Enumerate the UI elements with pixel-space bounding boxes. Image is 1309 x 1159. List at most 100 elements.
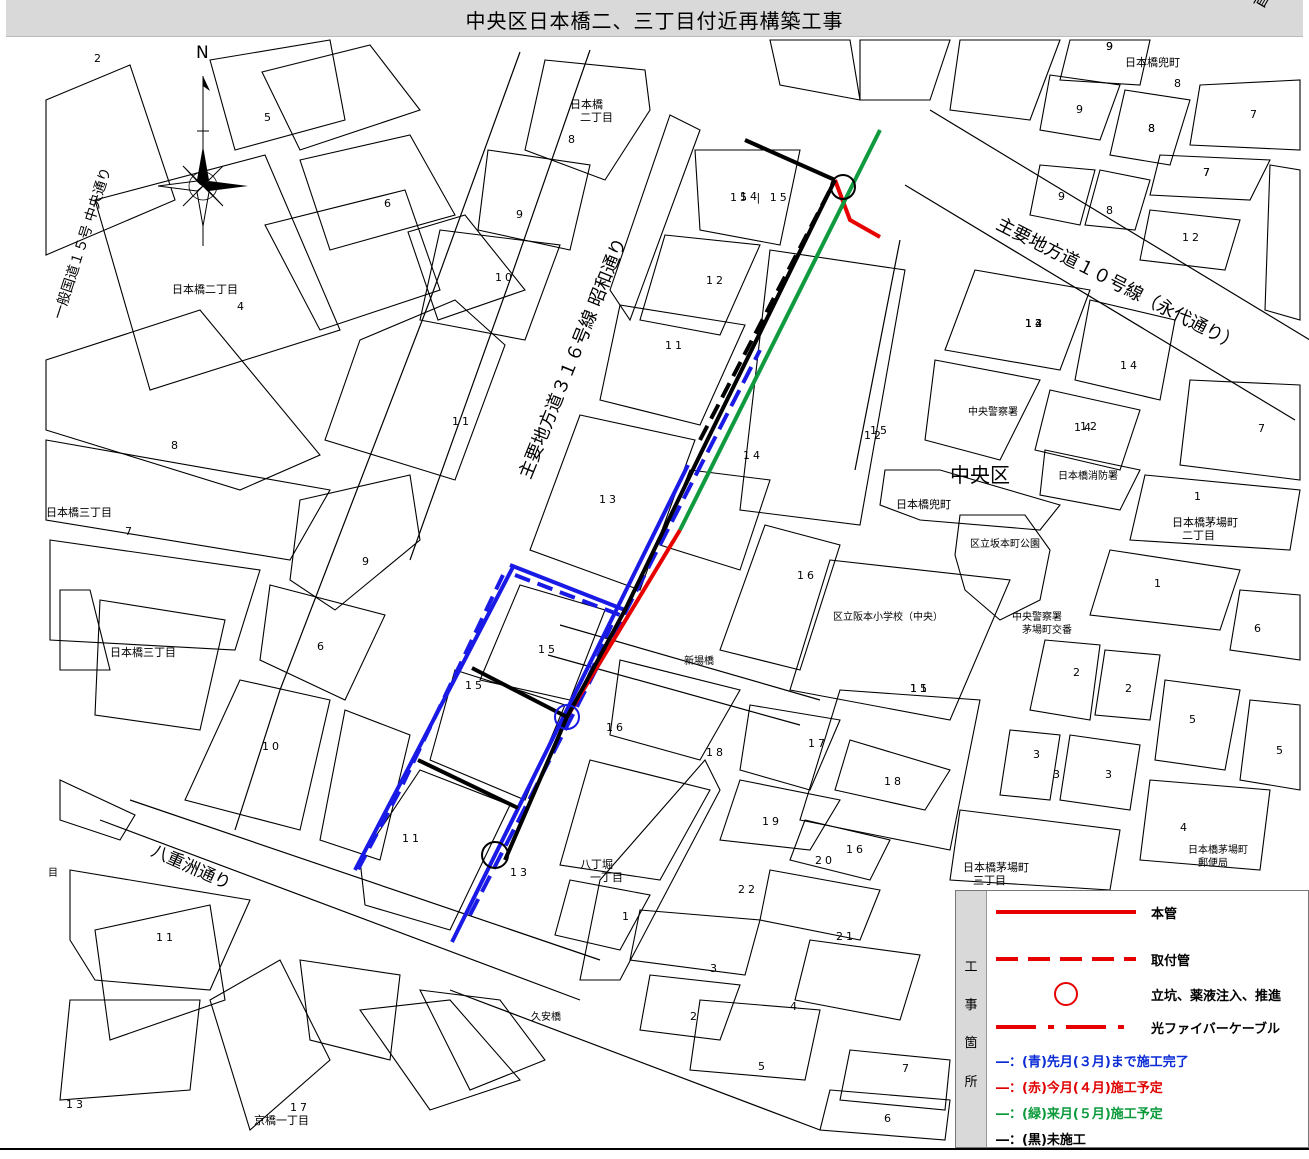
block-number: 7	[902, 1062, 912, 1075]
block-outline	[209, 959, 331, 1131]
block-outline	[324, 299, 506, 481]
block-outline	[839, 1049, 951, 1111]
not-started-main-pipe	[503, 179, 837, 861]
completed-main-pipe	[450, 464, 690, 943]
block-number: 5	[758, 1060, 768, 1073]
block-number: 7	[1258, 422, 1268, 435]
place-label: 新場橋	[684, 654, 714, 667]
block-outline	[689, 999, 821, 1081]
block-outline	[639, 974, 741, 1041]
next-month-main-pipe	[678, 129, 882, 531]
block-number: 16	[797, 569, 817, 582]
block-number: 14	[743, 449, 763, 462]
block-number: 17	[290, 1101, 310, 1114]
place-label: 日本橋茅場町二丁目	[1172, 515, 1238, 542]
block-outline	[789, 559, 1011, 721]
block-outline	[94, 599, 226, 731]
legend-label: 立坑、薬液注入、推進	[1151, 989, 1282, 1004]
legend-side-char: 工	[964, 960, 978, 975]
block-number: 3	[1105, 768, 1115, 781]
block-number: 8	[1174, 77, 1184, 90]
block-outline	[45, 439, 331, 561]
block-number: 13	[599, 493, 619, 506]
road-label-main-10: 主要地方道１０号線（永代通り）	[993, 214, 1243, 355]
legend-side-char: 事	[964, 998, 978, 1013]
legend-label: 取付管	[1151, 954, 1191, 969]
place-label: 日本橋三丁目	[110, 645, 176, 659]
legend-side-char: 箇	[964, 1036, 978, 1051]
block-number: 18	[706, 746, 726, 759]
block-number: 2	[1125, 682, 1135, 695]
legend-panel: 工 事 箇 所 本管 取付管 立坑、薬液注入、推進 光ファイバーケーブル ―：(…	[955, 890, 1309, 1148]
not-started-main-pipe	[744, 138, 836, 182]
road-edge	[409, 49, 591, 561]
block-number: 18	[884, 775, 904, 788]
place-label: 区立阪本小学校（中央）	[833, 610, 943, 623]
block-outline	[1029, 639, 1101, 721]
block-number: 13	[66, 1098, 86, 1111]
block-number: 1	[1154, 577, 1164, 590]
road-edge	[904, 184, 1296, 421]
block-outline	[1084, 169, 1151, 231]
block-number: 4	[1180, 821, 1190, 834]
block-outline	[264, 189, 441, 331]
block-outline	[944, 269, 1091, 371]
place-label: 日本橋三丁目	[46, 505, 112, 519]
block-number: 5	[1276, 744, 1286, 757]
block-number: 21	[836, 930, 856, 943]
block-number: 2	[94, 52, 104, 65]
block-number: 5	[1189, 713, 1199, 726]
north-label: N	[196, 43, 209, 63]
block-number: 20	[815, 854, 835, 867]
legend-side-column: 工 事 箇 所	[956, 891, 987, 1147]
not-started-main-pipe	[417, 758, 519, 810]
block-number: 9	[362, 555, 372, 568]
block-outline	[1089, 549, 1241, 631]
status-completed: ―：(青)先月(３月)まで施工完了	[996, 1055, 1189, 1070]
block-number: 22	[738, 883, 758, 896]
block-number: 6	[317, 640, 327, 653]
block-number: 7	[1250, 108, 1260, 121]
status-next-month: ―：(緑)来月(５月)施工予定	[996, 1107, 1163, 1122]
block-number: 11	[156, 931, 176, 944]
block-number: 3	[1053, 768, 1063, 781]
block-number: 8	[568, 133, 578, 146]
status-not-started: ―：(黒)未施工	[996, 1133, 1086, 1148]
block-number: 8	[1148, 122, 1158, 135]
completed-lateral-pipe	[514, 573, 621, 617]
block-outline	[954, 514, 1051, 621]
block-number: 14	[1074, 421, 1094, 434]
block-number: 10	[262, 740, 282, 753]
place-label: 日本橋二丁目	[570, 97, 613, 124]
place-label: 京橋一丁目	[254, 1113, 309, 1127]
block-outline	[1189, 79, 1301, 151]
block-number: 7	[1203, 166, 1213, 179]
block-outline	[1229, 589, 1301, 661]
block-number: 3	[710, 962, 720, 975]
block-number: 14	[1120, 359, 1140, 372]
road-label-main-316: 主要地方道３１６号線 昭和通り	[515, 235, 631, 482]
status-this-month: ―：(赤)今月(４月)施工予定	[996, 1081, 1163, 1096]
block-number: 15	[465, 679, 485, 692]
block-outline	[554, 879, 651, 951]
block-number: 12	[706, 274, 726, 287]
block-outline	[1129, 474, 1301, 551]
route-next-month	[678, 129, 882, 531]
block-outline	[45, 64, 176, 256]
block-outline	[59, 589, 111, 671]
block-outline	[719, 524, 841, 671]
block-outline	[999, 729, 1061, 801]
block-outline	[299, 134, 456, 251]
legend-label: 本管	[1151, 907, 1178, 922]
block-number: 5	[264, 111, 274, 124]
bottom-rule	[0, 1148, 1309, 1150]
block-number: 15	[870, 424, 890, 437]
block-number: 11	[402, 832, 422, 845]
block-number: 11	[452, 415, 472, 428]
block-outline	[59, 999, 201, 1101]
block-number: 2	[1073, 666, 1083, 679]
place-label: 日本橋二丁目	[172, 282, 238, 296]
block-number: 19	[762, 815, 782, 828]
block-number: 9	[1058, 190, 1068, 203]
block-outline	[407, 214, 526, 321]
